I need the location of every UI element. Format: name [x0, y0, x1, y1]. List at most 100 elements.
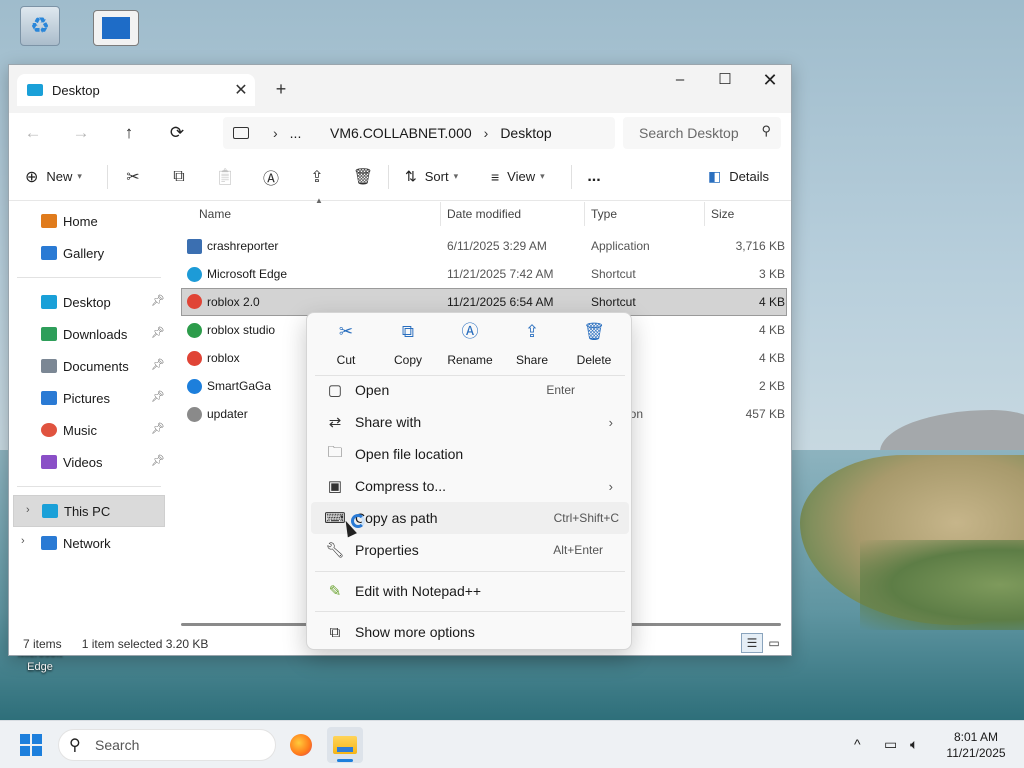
file-explorer-icon [333, 736, 357, 754]
sidebar-item-downloads[interactable]: Downloads 📌︎ [9, 318, 169, 350]
desktop-icon-recycle-bin[interactable] [10, 6, 70, 46]
menu-item-edit-with-notepad-plus-plus[interactable]: ✎ Edit with Notepad++ [311, 575, 629, 607]
column-header-name[interactable]: Name [199, 202, 441, 226]
see-more-button[interactable]: ... [574, 161, 614, 193]
desktop-icon-wallpaper[interactable] [86, 10, 146, 46]
pin-icon[interactable]: 📌︎ [151, 390, 165, 403]
menu-item-properties[interactable]: 🔧︎ Properties Alt+Enter [311, 534, 629, 566]
computer-icon [233, 127, 249, 139]
table-row[interactable]: crashreporter 6/11/2025 3:29 AM Applicat… [181, 232, 787, 260]
back-arrow-icon[interactable]: ← [9, 123, 57, 143]
share-icon: ⇪ [524, 322, 540, 341]
maximize-button[interactable]: ☐ [702, 65, 748, 97]
chevron-up-icon[interactable]: ^ [854, 736, 861, 752]
sidebar-item-label: Documents [63, 358, 129, 374]
title-bar[interactable]: Desktop ✕ + – ☐ ✕ [9, 65, 791, 113]
gallery-icon [41, 246, 57, 260]
close-window-button[interactable]: ✕ [747, 65, 793, 97]
minimize-button[interactable]: – [657, 65, 703, 97]
cut-button[interactable]: ✂ Cut [315, 321, 377, 371]
table-row[interactable]: Microsoft Edge 11/21/2025 7:42 AM Shortc… [181, 260, 787, 288]
sidebar-item-home[interactable]: Home [9, 205, 169, 237]
file-name: crashreporter [207, 239, 279, 253]
menu-item-open-file-location[interactable]: 🗀︎ Open file location [311, 438, 629, 470]
new-button[interactable]: ⊕ New ▾ [9, 161, 105, 193]
search-placeholder: Search Desktop [639, 125, 739, 141]
network-icon [41, 536, 57, 550]
pin-icon[interactable]: 📌︎ [151, 454, 165, 467]
file-date: 6/11/2025 3:29 AM [447, 239, 547, 253]
start-button-windows-icon[interactable] [20, 734, 42, 756]
file-explorer-taskbar-button[interactable] [327, 727, 363, 763]
column-header-type[interactable]: Type [591, 202, 705, 226]
copy-button[interactable]: ⧉ Copy [377, 321, 439, 371]
file-name: roblox studio [207, 323, 276, 337]
breadcrumb[interactable]: › ... › VM6.COLLABNET.000 › Desktop [223, 117, 615, 149]
pictures-icon [41, 391, 57, 405]
chevron-right-icon[interactable]: › [21, 535, 25, 547]
file-name: roblox [207, 351, 240, 365]
display-icon[interactable]: ▭ [884, 736, 897, 753]
sidebar-item-pictures[interactable]: Pictures 📌︎ [9, 382, 169, 414]
column-header-date[interactable]: Date modified [447, 202, 585, 226]
forward-arrow-icon[interactable]: → [57, 123, 105, 143]
menu-divider [315, 611, 625, 612]
rename-icon[interactable]: Ⓐ [248, 165, 294, 189]
rename-button[interactable]: Ⓐ Rename [439, 321, 501, 371]
details-pane-button[interactable]: ◧ Details [708, 161, 769, 193]
sidebar-item-label: This PC [64, 503, 111, 519]
breadcrumb-desktop[interactable]: Desktop [500, 125, 551, 141]
taskbar-search-input[interactable]: ⚲ Search [58, 729, 276, 761]
menu-item-show-more-options[interactable]: ⧉ Show more options [311, 616, 629, 648]
system-clock[interactable]: 8:01 AM 11/21/2025 [940, 729, 1012, 761]
file-name: roblox 2.0 [207, 295, 260, 309]
menu-item-label: Copy as path [355, 510, 438, 526]
breadcrumb-host[interactable]: VM6.COLLABNET.000 [330, 125, 472, 141]
cut-icon[interactable]: ✂ [110, 167, 156, 187]
pin-icon[interactable]: 📌︎ [151, 294, 165, 307]
desktop-icon [41, 295, 57, 309]
sidebar-item-label: Network [63, 535, 111, 551]
view-button[interactable]: ≡ View ▾ [479, 161, 569, 193]
breadcrumb-more[interactable]: ... [290, 125, 302, 141]
menu-item-share-with[interactable]: ⇄ Share with › [311, 406, 629, 438]
sidebar-item-documents[interactable]: Documents 📌︎ [9, 350, 169, 382]
sidebar-item-gallery[interactable]: Gallery [9, 237, 169, 269]
sidebar-item-network[interactable]: › Network [9, 527, 169, 559]
paste-icon[interactable]: 📋︎ [202, 167, 248, 187]
sidebar-item-this-pc[interactable]: › This PC [13, 495, 165, 527]
nav-divider [17, 277, 161, 278]
sidebar-item-videos[interactable]: Videos 📌︎ [9, 446, 169, 478]
pin-icon[interactable]: 📌︎ [151, 422, 165, 435]
volume-muted-icon[interactable]: 🔈︎ [910, 736, 918, 753]
tiles-view-icon[interactable]: ▭ [763, 633, 785, 653]
refresh-icon[interactable]: ⟳ [153, 123, 201, 143]
desktop-folder-icon [27, 84, 43, 96]
sort-button[interactable]: ⇅ Sort ▾ [391, 161, 479, 193]
menu-item-shortcut: Ctrl+Shift+C [553, 511, 619, 525]
up-arrow-icon[interactable]: ↑ [105, 123, 153, 143]
details-view-icon[interactable]: ☰ [741, 633, 763, 653]
copy-icon[interactable]: ⧉ [156, 168, 202, 186]
rename-icon: Ⓐ [461, 322, 479, 341]
menu-item-compress-to[interactable]: ▣ Compress to... › [311, 470, 629, 502]
menu-item-label: Edit with Notepad++ [355, 583, 482, 599]
search-input[interactable]: Search Desktop ⚲ [623, 117, 781, 149]
tab-desktop[interactable]: Desktop ✕ [17, 74, 255, 106]
sidebar-item-desktop[interactable]: Desktop 📌︎ [9, 286, 169, 318]
new-tab-button[interactable]: + [269, 77, 293, 101]
sidebar-item-music[interactable]: Music 📌︎ [9, 414, 169, 446]
delete-button[interactable]: 🗑︎ Delete [563, 321, 625, 371]
clock-date: 11/21/2025 [946, 746, 1006, 760]
menu-item-open[interactable]: ▢ Open Enter [311, 374, 629, 406]
share-button[interactable]: ⇪ Share [501, 321, 563, 371]
delete-icon[interactable]: 🗑︎ [340, 167, 386, 187]
firefox-taskbar-button[interactable] [283, 727, 319, 763]
column-header-size[interactable]: Size [711, 202, 785, 226]
edge-icon [187, 267, 202, 282]
pin-icon[interactable]: 📌︎ [151, 326, 165, 339]
chevron-right-icon[interactable]: › [26, 504, 30, 516]
pin-icon[interactable]: 📌︎ [151, 358, 165, 371]
share-icon[interactable]: ⇪ [294, 167, 340, 187]
close-tab-icon[interactable]: ✕ [227, 80, 255, 100]
